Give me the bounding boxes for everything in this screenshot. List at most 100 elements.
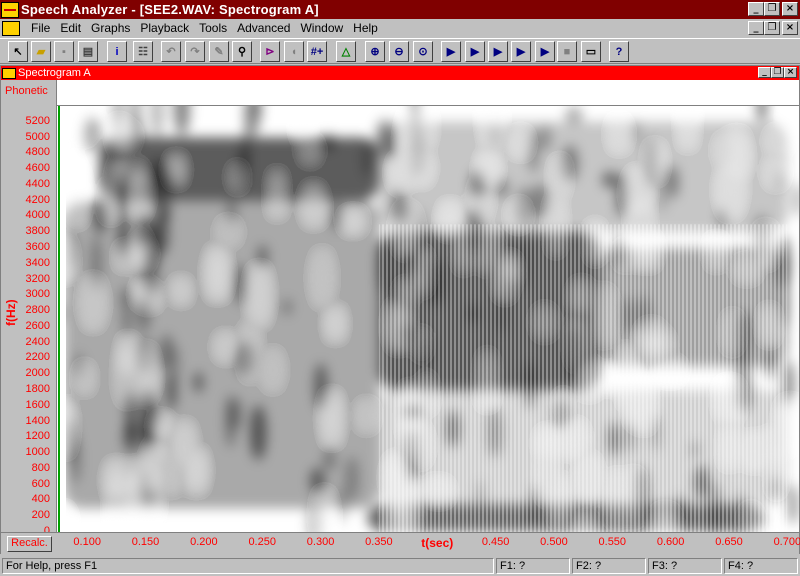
spectrogram-texture: [344, 456, 360, 501]
doc-minimize-button[interactable]: _: [748, 21, 764, 35]
x-tick-label: 0.550: [598, 536, 627, 548]
player-button[interactable]: ▭: [581, 41, 601, 62]
play-segment-button[interactable]: ▶: [465, 41, 485, 62]
y-tick-label: 4800: [25, 146, 50, 159]
minimize-button[interactable]: _: [748, 2, 764, 16]
x-tick-label: 0.600: [656, 536, 685, 548]
save-icon: ▪: [62, 45, 66, 58]
menu-playback[interactable]: Playback: [135, 21, 194, 35]
print-button[interactable]: ▤: [78, 41, 98, 62]
spectrogram-texture: [393, 187, 403, 221]
play-button[interactable]: ▶: [441, 41, 461, 62]
open-folder-button[interactable]: ▰: [31, 41, 51, 62]
spectrogram-texture: [157, 159, 165, 193]
zoom-out-button[interactable]: ⊖: [389, 41, 409, 62]
spectrogram-texture: [719, 138, 731, 164]
spectrogram-texture: [94, 196, 107, 235]
spectrogram-texture: [495, 178, 509, 198]
doc-restore-button[interactable]: ❐: [764, 21, 780, 35]
spectrogram-texture: [117, 129, 134, 147]
spectrogram-texture: [362, 140, 373, 178]
menu-graphs[interactable]: Graphs: [86, 21, 135, 35]
save-button[interactable]: ▪: [54, 41, 74, 62]
spectrogram-texture: [235, 263, 246, 305]
spectrogram-texture: [404, 114, 421, 169]
edit-icon: ✎: [214, 46, 224, 58]
stop-button[interactable]: ■: [557, 41, 577, 62]
graph-restore-button[interactable]: ❐: [771, 67, 784, 78]
play-all-button[interactable]: ▶: [535, 41, 555, 62]
x-tick-label: 0.450: [481, 536, 510, 548]
spectrogram-texture: [530, 183, 549, 219]
y-tick-label: 2400: [25, 335, 50, 348]
spectrogram-texture: [482, 155, 495, 183]
spectrogram-texture: [757, 106, 767, 122]
spectrogram-texture: [85, 279, 102, 327]
add-marker-button[interactable]: #+: [307, 41, 327, 62]
help-button[interactable]: ?: [609, 41, 629, 62]
menu-help[interactable]: Help: [348, 21, 383, 35]
edit-button[interactable]: ✎: [209, 41, 229, 62]
spectrogram-texture: [338, 486, 347, 524]
spectrogram-texture: [602, 171, 617, 188]
play-cursor-button[interactable]: ▶: [511, 41, 531, 62]
y-tick-label: 200: [31, 509, 50, 522]
spectrogram-texture: [83, 116, 101, 152]
zoom-in-icon: ⊕: [370, 46, 380, 58]
spectrogram-plot[interactable]: [58, 106, 799, 532]
y-tick-label: 800: [31, 461, 50, 474]
zoom-in-button[interactable]: ⊕: [365, 41, 385, 62]
redo-button[interactable]: ↷: [185, 41, 205, 62]
play-between-button[interactable]: ▶: [488, 41, 508, 62]
menu-bar: File Edit Graphs Playback Tools Advanced…: [0, 19, 800, 37]
layout-button[interactable]: ☷: [133, 41, 153, 62]
close-button[interactable]: ×: [782, 2, 798, 16]
y-tick-label: 4000: [25, 209, 50, 222]
spectrogram-texture: [331, 199, 342, 232]
select-button[interactable]: ↖: [8, 41, 28, 62]
spectrogram-texture: [514, 132, 526, 153]
x-tick-label: 0.200: [190, 536, 218, 548]
marker-button[interactable]: ⊳: [260, 41, 280, 62]
find-button[interactable]: ⚲: [232, 41, 252, 62]
add-marker-icon: #+: [310, 45, 324, 58]
document-icon[interactable]: [2, 20, 20, 36]
y-tick-label: 3200: [25, 272, 50, 285]
info-button[interactable]: i: [107, 41, 127, 62]
app-icon[interactable]: [1, 1, 19, 18]
menu-file[interactable]: File: [26, 21, 55, 35]
redo-icon: ↷: [190, 46, 200, 58]
graph-button[interactable]: △: [336, 41, 356, 62]
undo-icon: ↶: [166, 46, 176, 58]
spectrogram-texture: [219, 336, 233, 358]
graph-minimize-button[interactable]: _: [758, 67, 771, 78]
status-f1: F1: ?: [496, 558, 570, 574]
recalc-button[interactable]: Recalc.: [7, 536, 52, 552]
spectrogram-texture: [516, 185, 533, 229]
zoom-all-button[interactable]: ⊙: [413, 41, 433, 62]
doc-close-button[interactable]: ×: [782, 21, 798, 35]
menu-advanced[interactable]: Advanced: [232, 21, 295, 35]
x-axis-label: t(sec): [421, 536, 454, 550]
undo-button[interactable]: ↶: [161, 41, 181, 62]
spectrogram-svg: [58, 106, 799, 532]
phonetic-annotation-bar[interactable]: [57, 80, 799, 106]
spectrogram-texture: [131, 172, 147, 215]
status-f2: F2: ?: [572, 558, 646, 574]
x-tick-label: 0.250: [248, 536, 276, 548]
segment-button[interactable]: ◖: [284, 41, 304, 62]
spectrogram-texture: [165, 458, 178, 491]
menu-edit[interactable]: Edit: [55, 21, 86, 35]
y-tick-label: 1600: [25, 398, 50, 411]
menu-window[interactable]: Window: [295, 21, 348, 35]
spectrogram-texture: [125, 473, 143, 523]
play-between-icon: ▶: [493, 46, 503, 58]
spectrogram-texture: [72, 169, 83, 224]
menu-tools[interactable]: Tools: [194, 21, 232, 35]
restore-button[interactable]: ❐: [764, 2, 780, 16]
y-tick-label: 1800: [25, 383, 50, 395]
spectrogram-texture: [156, 417, 167, 435]
graph-close-button[interactable]: ×: [784, 67, 797, 78]
status-bar: For Help, press F1 F1: ? F2: ? F3: ? F4:…: [0, 556, 800, 576]
spectrogram-texture: [314, 363, 328, 410]
